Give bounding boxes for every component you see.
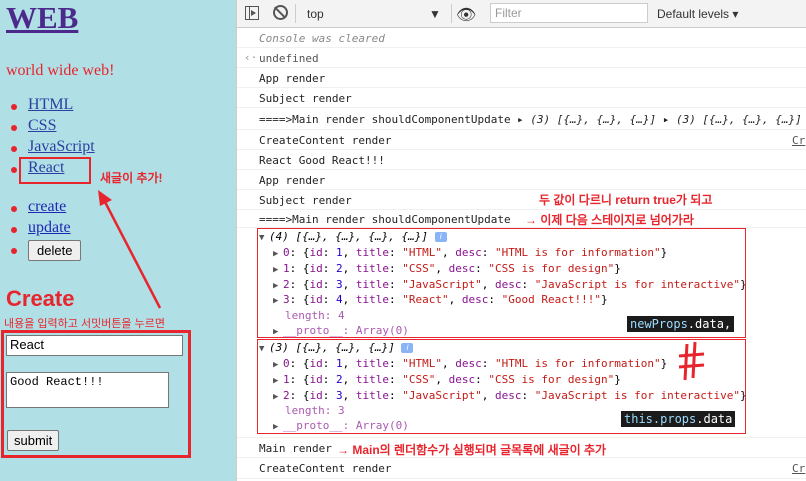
list-item: create: [10, 198, 81, 219]
clear-console-icon[interactable]: [273, 5, 288, 20]
console-text: Subject render: [259, 92, 352, 105]
console-text: undefined: [259, 52, 319, 65]
console-text: CreateContent render: [259, 462, 392, 475]
context-select[interactable]: top ▼: [303, 4, 443, 23]
nav-link-css[interactable]: CSS: [28, 117, 56, 134]
context-select-value: top: [307, 7, 324, 21]
control-list: create update delete: [10, 198, 82, 261]
dropdown-icon: ▼: [429, 7, 441, 21]
annotation-submit-note: 내용을 입력하고 서밋버튼을 누르면: [4, 318, 165, 330]
console-row: React Good React!!!: [237, 150, 806, 170]
highlight-box-form: [1, 330, 191, 458]
filter-input[interactable]: Filter: [490, 3, 648, 23]
annotation-main-render: → Main의 렌더함수가 실행되며 글목록에 새글이 추가: [337, 443, 607, 457]
list-item: CSS: [11, 117, 95, 138]
log-levels-select[interactable]: Default levels ▾: [657, 7, 738, 21]
console-row: App render: [237, 68, 806, 88]
create-heading: Create: [6, 286, 75, 311]
list-item: delete: [10, 240, 82, 261]
toolbar-divider: [295, 4, 296, 23]
delete-button[interactable]: delete: [28, 240, 82, 261]
console-text: App render: [259, 72, 326, 85]
console-row: CreateContent render Cr: [237, 458, 806, 479]
console-row: Subject render: [237, 88, 806, 108]
console-args[interactable]: ▸ (3) [{…}, {…}, {…}] ▸ (3) [{…}, {…}, {…: [517, 113, 802, 126]
highlight-box-this-props: [257, 339, 746, 434]
console-text: App render: [259, 174, 326, 187]
create-link[interactable]: create: [28, 198, 66, 215]
console-row: ‹· undefined: [237, 48, 806, 68]
log-levels-label: Default levels: [657, 7, 730, 21]
console-text: CreateContent render: [259, 134, 392, 147]
page-title[interactable]: WEB: [6, 0, 78, 36]
highlight-box-new-props: [257, 228, 746, 338]
nav-link-html[interactable]: HTML: [28, 96, 73, 113]
sidebar-toggle-icon[interactable]: [245, 6, 259, 20]
console-text: ====>Main render shouldComponentUpdate: [259, 113, 511, 126]
devtools-console: top ▼ 👁 Filter Default levels ▾ Console …: [236, 0, 806, 481]
return-arrow-icon: ‹·: [244, 51, 258, 64]
annotation-diff-note: 두 값이 다르니 return true가 되고: [539, 193, 713, 207]
list-item: update: [10, 219, 81, 240]
console-row: App render: [237, 170, 806, 190]
console-text: ====>Main render shouldComponentUpdate: [259, 213, 511, 226]
console-text: Main render: [259, 442, 332, 455]
console-row: ====>Main render shouldComponentUpdate ▸…: [237, 108, 806, 130]
toolbar-divider: [451, 4, 452, 23]
eye-icon[interactable]: 👁: [456, 5, 476, 25]
update-link[interactable]: update: [28, 219, 71, 236]
source-link[interactable]: Cr: [792, 462, 805, 475]
console-args-text: (3) [{…}, {…}, {…}] ▸ (3) [{…}, {…}, {…}…: [530, 113, 802, 126]
console-row: Main render → Main의 렌더함수가 실행되며 글목록에 새글이 …: [237, 437, 806, 458]
page-tagline: world wide web!: [6, 62, 115, 79]
list-item: HTML: [11, 96, 95, 117]
console-toolbar: top ▼ 👁 Filter Default levels ▾: [237, 0, 806, 28]
console-text: Subject render: [259, 194, 352, 207]
console-row: ====>Main render shouldComponentUpdate →…: [237, 210, 806, 228]
console-cleared-text: Console was cleared: [259, 32, 385, 45]
web-page-pane: WEB world wide web! HTML CSS JavaScript …: [0, 0, 236, 481]
source-link[interactable]: Cr: [792, 134, 805, 147]
console-text: React Good React!!!: [259, 154, 385, 167]
console-row: Console was cleared: [237, 28, 806, 48]
console-row: Subject render 두 값이 다르니 return true가 되고: [237, 190, 806, 210]
highlight-box-new-item: [19, 157, 91, 184]
annotation-next-stage: → 이제 다음 스테이지로 넘어가라: [525, 213, 694, 227]
nav-link-javascript[interactable]: JavaScript: [28, 138, 95, 155]
console-row: CreateContent render Cr: [237, 130, 806, 150]
annotation-new-post: 새글이 추가!: [100, 171, 163, 185]
not-equal-mark: [678, 341, 705, 381]
list-item: JavaScript: [11, 138, 95, 159]
